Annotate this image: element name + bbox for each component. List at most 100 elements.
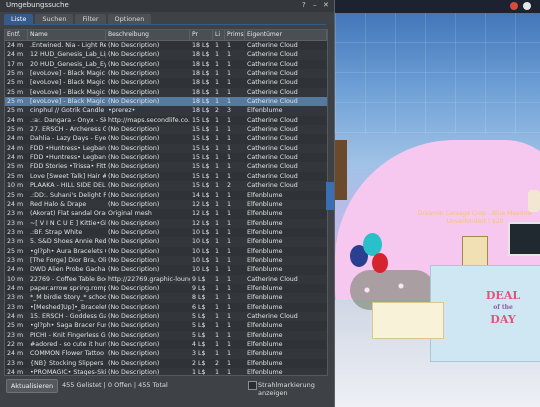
table-row[interactable]: 24 m FDD •Huntress• Legbands M...(No Desc… [5, 143, 327, 154]
table-row[interactable]: 23 m •[Meshed]Up]•_Bracelets_Sil...(No De… [5, 303, 327, 312]
cell-prims: 1 [227, 275, 232, 283]
cell-land-impact: 1 [215, 200, 220, 208]
cell-distance: 23 m [7, 210, 24, 218]
table-row[interactable]: 23 m ~[ V I N C U E ] Kittie•Gloves(No De… [5, 218, 327, 228]
cell-name: •PROMAGIC• Stages-Skirt-... [30, 369, 106, 376]
menu-icon[interactable] [523, 2, 531, 10]
help-icon[interactable]: ? [302, 1, 306, 9]
cell-land-impact: 1 [215, 154, 220, 162]
cell-price: 1 L$ [192, 369, 206, 376]
cell-name: 15. ERSCH - Goddess Gacha ... [30, 312, 106, 320]
table-row[interactable]: 24 m FDD •Huntress• Legbands M...(No Desc… [5, 153, 327, 162]
cell-name: FDD Stories •Trissa• Fitted ... [30, 163, 106, 171]
cell-description: (No Description) [108, 238, 160, 246]
col-header-owner[interactable]: Eigentümer [245, 30, 327, 40]
table-row[interactable]: 25 m [evoLove] - Black Magic - Mi...(No D… [5, 87, 327, 98]
col-header-prims[interactable]: Prims [225, 30, 245, 40]
table-row[interactable]: 23 m {NB} Stocking Slippers (No Descriptio… [5, 359, 327, 368]
tab-liste[interactable]: Liste [4, 14, 34, 24]
cell-land-impact: 1 [215, 191, 220, 199]
table-row[interactable]: 25 m FDD Stories •Trissa• Fitted ...(No D… [5, 162, 327, 172]
col-header-price[interactable]: Pr [190, 30, 213, 40]
cell-description: (No Description) [108, 359, 160, 367]
table-row[interactable]: 24 m Red Halo & Drape (No Description) 12 L… [5, 199, 327, 210]
cell-distance: 24 m [7, 266, 24, 274]
cell-description: (No Description) [108, 256, 160, 264]
viewer-top-bar [335, 0, 540, 13]
cell-name: [The Forge] Dior Bra, Olive [30, 256, 106, 264]
cell-land-impact: 1 [215, 228, 220, 236]
table-row[interactable]: 24 m .:a:. Dangara - Onyx - Skirt&...http… [5, 116, 327, 125]
table-header: Entf. Name Beschreibung Pr Li Prims Eige… [5, 30, 327, 41]
close-icon[interactable]: ✕ [323, 1, 329, 9]
table-row[interactable]: 25 m [evoLove] - Black Magic - G...(No De… [5, 69, 327, 79]
side-dock-tab[interactable] [326, 182, 334, 210]
cell-description: (No Description) [108, 172, 160, 180]
cell-distance: 25 m [7, 88, 24, 96]
cell-price: 4 L$ [192, 341, 206, 348]
col-header-distance[interactable]: Entf. [5, 30, 28, 40]
table-row[interactable]: 25 m •gl?ph• Saga Bracer Fur Bo...(No Des… [5, 321, 327, 330]
table-row[interactable]: 10 m PLAAKA - HILL SIDE DELI S...(No Desc… [5, 181, 327, 191]
table-row[interactable]: 24 m 15. ERSCH - Goddess Gacha ...(No Des… [5, 311, 327, 322]
table-row[interactable]: 25 m .:DD:. Suhani's Delight Pillo...(No … [5, 191, 327, 200]
cell-land-impact: 1 [215, 210, 220, 218]
table-row[interactable]: 10 m 22769 - Coffee Table Books ...http:/… [5, 274, 327, 284]
cell-land-impact: 1 [215, 284, 220, 292]
tab-suchen[interactable]: Suchen [35, 14, 74, 24]
table-row[interactable]: 25 m 27. ERSCH - Archeress Gach...(No Des… [5, 125, 327, 135]
cell-land-impact: 1 [215, 116, 220, 124]
table-row[interactable]: 24 m DWD Alien Probe Gacha - Su...(No Des… [5, 265, 327, 274]
cell-owner: Catherine Cloud [247, 312, 298, 320]
col-header-name[interactable]: Name [28, 30, 106, 40]
cell-owner: Elfenblume [247, 219, 283, 227]
tab-optionen[interactable]: Optionen [107, 14, 152, 24]
col-header-description[interactable]: Beschreibung [106, 30, 190, 40]
photo-frame[interactable] [462, 236, 488, 268]
deal-of-the-day-sign[interactable]: DEAL of the DAY [478, 290, 528, 326]
table-row[interactable]: 23 m 5. S&D Shoes Annie RedCrea...(No Des… [5, 237, 327, 247]
cell-land-impact: 1 [215, 172, 220, 180]
cell-description: (No Description) [108, 341, 160, 348]
gift-box[interactable] [372, 302, 444, 339]
refresh-button[interactable]: Aktualisieren [6, 379, 58, 393]
window-titlebar[interactable]: Umgebungssuche ? – ✕ [0, 0, 334, 12]
table-row[interactable]: 25 m •gl?ph• Aura Bracelets Gold...(No De… [5, 247, 327, 256]
table-row[interactable]: 23 m PICHI - Knit Fingerless Glove...(No … [5, 330, 327, 340]
table-row[interactable]: 24 m Dahlia - Lazy Days - Eye Ma...(No De… [5, 134, 327, 143]
table-row[interactable]: 25 m cinphul // Gotrik Candle [Lite]•prer… [5, 106, 327, 116]
table-row[interactable]: 23 m [The Forge] Dior Bra, Olive (No Descr… [5, 255, 327, 266]
table-row[interactable]: 17 m 20 HUD_Genesis_Lab_Eyesh...(No Descr… [5, 60, 327, 69]
cell-owner: Elfenblume [247, 191, 283, 199]
cell-owner: Elfenblume [247, 341, 283, 348]
status-icon[interactable] [510, 2, 518, 10]
table-row[interactable]: 24 m paper.arrow spring.romper.g...(No De… [5, 284, 327, 293]
table-row[interactable]: 22 m #adored - so cute it hurts nai...(No… [5, 340, 327, 349]
cell-owner: Catherine Cloud [247, 70, 298, 78]
cell-prims: 2 [227, 182, 232, 190]
cell-prims: 1 [227, 294, 232, 302]
table-row[interactable]: 25 m [evoLove] - Black Magic - Mi...(No D… [5, 78, 327, 87]
col-header-land-impact[interactable]: Li [213, 30, 225, 40]
minimize-icon[interactable]: – [313, 1, 317, 9]
table-row[interactable]: 23 m *_M birdie Story_* school gy...(No D… [5, 293, 327, 303]
table-row[interactable]: 24 m 12 HUD_Genesis_Lab_Lipsti...(No Desc… [5, 50, 327, 60]
cell-land-impact: 1 [215, 303, 220, 311]
cell-description: (No Description) [108, 60, 160, 68]
results-table[interactable]: Entf. Name Beschreibung Pr Li Prims Eige… [4, 29, 328, 376]
cell-distance: 25 m [7, 322, 24, 330]
table-row[interactable]: 24 m .Entwined. Nia - Light Reds [(No Des… [5, 41, 327, 50]
vendor-screen[interactable] [508, 222, 540, 256]
table-row[interactable]: 23 m .:BF. Strap White (No Description) 10 … [5, 228, 327, 237]
tab-filter[interactable]: Filter [75, 14, 106, 24]
beacon-checkbox[interactable] [248, 381, 257, 390]
cell-land-impact: 1 [215, 182, 220, 190]
cell-owner: Catherine Cloud [247, 275, 298, 283]
cell-name: •gl?ph• Aura Bracelets Gold... [30, 247, 106, 255]
table-row[interactable]: 25 m Love [Sweet Talk] Hair #6 (No Descrip… [5, 172, 327, 181]
table-row[interactable]: 24 m COMMON Flower Tattoo [De...(No Descr… [5, 349, 327, 359]
table-row[interactable]: 23 m (Akorat) Flat sandal Orange (...Orig… [5, 209, 327, 218]
cell-price: 12 L$ [192, 219, 210, 227]
table-row[interactable]: 25 m [evoLove] - Black Magic - Pi...(No D… [5, 97, 327, 107]
table-row[interactable]: 24 m •PROMAGIC• Stages-Skirt-...(No Descr… [5, 368, 327, 376]
